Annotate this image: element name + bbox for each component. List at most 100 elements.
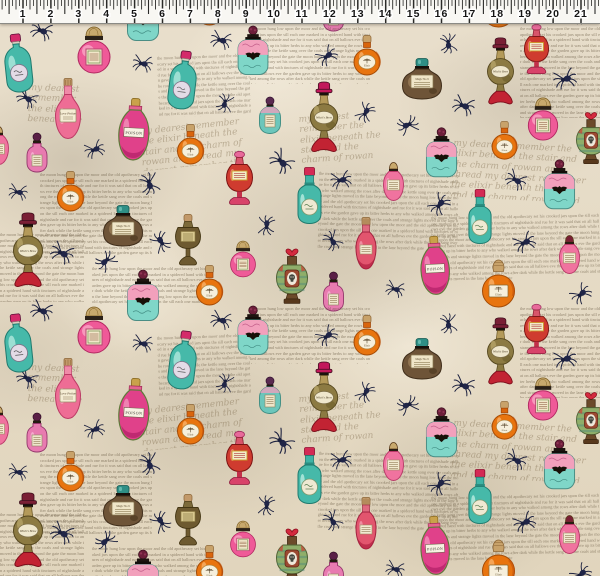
bottle-pinkPerfume [76, 306, 112, 354]
bottle-batRound [236, 26, 270, 76]
ruler-number: 3 [75, 8, 82, 20]
ruler-number: 8 [215, 8, 222, 20]
bottle-batRound [236, 306, 270, 356]
ruler-number: 9 [243, 8, 250, 20]
bottle-oliveGoblet [174, 214, 202, 266]
spider-icon [438, 312, 459, 335]
bottle-batRound [425, 407, 458, 459]
bottle-redGoblet [521, 24, 552, 76]
bottle-redGoblet [224, 431, 255, 487]
bottle-brownJug: Magic No 9 [402, 338, 442, 380]
bottle-batRound [543, 159, 576, 211]
spider-icon [7, 461, 30, 482]
pattern-tile: the moon hung low upon the moor and the … [0, 304, 600, 576]
ruler-number: 1 [20, 8, 27, 20]
bottle-orangeRound: Elixir [177, 124, 204, 166]
ruler-number: 21 [574, 8, 588, 20]
bottle-pinkTall [381, 441, 406, 487]
bottle-pinkTall [0, 405, 11, 451]
spider-icon [131, 52, 155, 74]
svg-text:Elixir: Elixir [188, 154, 194, 157]
svg-text:POISON: POISON [427, 267, 443, 272]
spider-icon [328, 168, 353, 192]
spider-icon [449, 372, 478, 400]
bottle-skullUrn [275, 243, 309, 307]
bottle-redGoblet [224, 151, 255, 207]
spider-icon [136, 450, 162, 478]
bottle-pinkTall [381, 161, 406, 207]
bottle-pinkPerfume [526, 377, 560, 421]
bottle-smallPurple [322, 552, 345, 576]
bottle-orangeRound: Elixir [353, 35, 381, 77]
bottle-pinkTall [557, 234, 582, 280]
bottle-genieOlive: Witch's Brew [307, 81, 341, 155]
ruler-number: 15 [407, 8, 421, 20]
svg-text:Witch's Brew: Witch's Brew [316, 396, 332, 400]
bottle-tealBottle [465, 189, 495, 245]
bottle-pinkTall [557, 514, 582, 560]
bottle-brownJug: Magic No 9 [402, 58, 442, 100]
bottle-tealBottle [295, 167, 324, 225]
bottle-tealBottle [465, 469, 495, 525]
bottle-poisonPink: POISON [416, 234, 453, 300]
svg-text:Witch's Brew: Witch's Brew [20, 249, 37, 253]
spider-icon [208, 307, 234, 332]
bottle-orangeRound: Elixir [196, 265, 223, 307]
fabric-pattern: the moon hung low upon the moor and the … [0, 0, 600, 576]
bottle-genieOlive: Witch's Brew [10, 212, 46, 290]
svg-text:Witch's Brew: Witch's Brew [493, 350, 508, 354]
bottle-lovePotion: Love Potion [54, 358, 82, 420]
bottle-genieOlive: Witch's Brew [484, 37, 517, 107]
bottle-skullUrn [574, 107, 600, 167]
svg-text:Witch's Brew: Witch's Brew [316, 116, 332, 120]
ruler-number: 11 [295, 8, 308, 20]
spider-icon [394, 392, 422, 418]
bottle-batRound [425, 127, 458, 179]
svg-text:Magic No 9: Magic No 9 [116, 505, 130, 508]
bottle-batRound [126, 550, 160, 576]
bottle-orangeRound: Elixir [177, 404, 204, 446]
svg-text:Elixir: Elixir [502, 149, 508, 152]
spider-icon [394, 112, 422, 138]
spider-icon [7, 181, 30, 202]
spider-icon [383, 558, 407, 576]
bottle-lovePotionTall [354, 217, 378, 275]
bottle-brownJug: Magic No 9 [103, 205, 143, 247]
ruler-number: 2 [47, 8, 54, 20]
bottle-genieOlive: Witch's Brew [10, 492, 46, 570]
spider-icon [383, 278, 407, 301]
bottle-smallPurple [26, 413, 48, 453]
ruler-number: 12 [323, 8, 337, 20]
spider-icon [136, 170, 162, 198]
bottle-genieOlive: Witch's Brew [484, 317, 517, 387]
bottle-orangeRound: Elixir [57, 450, 84, 494]
svg-text:Elixir: Elixir [502, 429, 508, 432]
ruler-number: 10 [267, 8, 281, 20]
bottle-smallTeal [258, 97, 282, 137]
svg-text:Magic No 9: Magic No 9 [415, 358, 429, 361]
ruler-number: 4 [103, 8, 110, 20]
bottle-batRound [543, 439, 576, 491]
spider-icon [81, 417, 107, 442]
bottle-smallPurple [26, 133, 48, 173]
spider-icon [256, 214, 277, 237]
svg-text:Love Potion: Love Potion [59, 392, 77, 396]
svg-text:Elixir: Elixir [207, 295, 213, 298]
bottle-tealBottle [295, 447, 324, 505]
svg-text:Love Potion: Love Potion [59, 112, 77, 116]
svg-text:Witch's Brew: Witch's Brew [20, 529, 37, 533]
svg-text:Elixir: Elixir [68, 201, 74, 204]
svg-text:Witch's Brew: Witch's Brew [493, 70, 508, 74]
bottle-poisonPink: POISON [114, 97, 153, 165]
bottle-tealFlask [0, 32, 36, 95]
bottle-poisonPink: POISON [114, 377, 153, 445]
spider-icon [438, 32, 459, 55]
bottle-redGoblet [521, 304, 552, 356]
svg-text:Elixir: Elixir [364, 345, 370, 348]
bottle-genieOlive: Witch's Brew [307, 361, 341, 435]
svg-text:Elixir: Elixir [188, 434, 194, 437]
ruler-number: 16 [435, 8, 449, 20]
bottle-orangeRound: Elixir [353, 315, 381, 357]
spider-icon [265, 425, 299, 459]
bottle-oliveGoblet [174, 494, 202, 546]
